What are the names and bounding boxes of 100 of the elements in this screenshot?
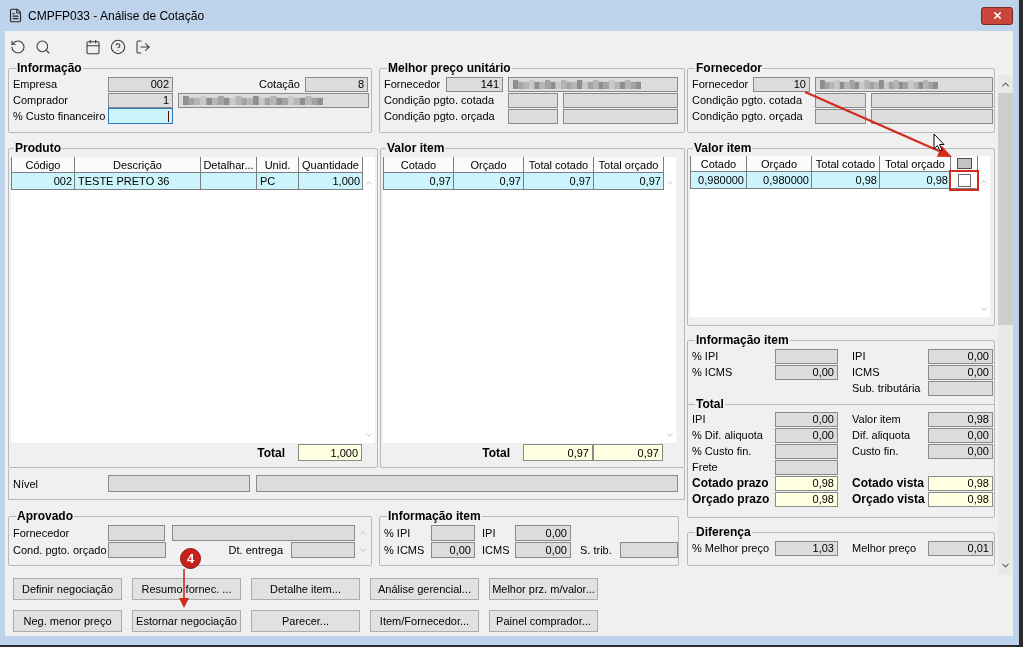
text-field[interactable]: 0,98: [928, 475, 993, 491]
help-icon[interactable]: [110, 39, 126, 55]
field-label: % IPI: [384, 525, 411, 540]
scroll-down-icon[interactable]: [1000, 560, 1011, 571]
text-field[interactable]: [563, 108, 678, 124]
table-cell: TESTE PRETO 36: [75, 173, 201, 189]
text-field[interactable]: 0,00: [775, 364, 838, 380]
table-row[interactable]: 0,980000 0,980000 0,98 0,98: [690, 172, 978, 189]
text-field[interactable]: [178, 92, 369, 108]
text-field[interactable]: 1,000: [298, 444, 362, 461]
text-field[interactable]: [291, 541, 355, 558]
column-header[interactable]: Total cotado: [524, 157, 594, 173]
field-label: ICMS: [482, 542, 510, 557]
action-button[interactable]: Estornar negociação: [132, 610, 241, 632]
exit-icon[interactable]: [135, 39, 151, 55]
close-button[interactable]: [981, 6, 1013, 25]
text-field[interactable]: [108, 524, 165, 541]
text-field[interactable]: 0,00: [431, 541, 475, 558]
input-field[interactable]: [108, 108, 173, 124]
text-field[interactable]: [815, 108, 866, 124]
section-title: Valor item: [386, 141, 446, 155]
table-cell: 002: [12, 173, 75, 189]
text-field[interactable]: 0,97: [523, 444, 593, 461]
action-button[interactable]: Painel comprador...: [489, 610, 598, 632]
search-icon[interactable]: [35, 39, 51, 55]
checkbox[interactable]: [957, 173, 971, 187]
scrollbar-thumb[interactable]: [998, 93, 1013, 325]
column-header[interactable]: Código: [12, 157, 75, 173]
text-field[interactable]: [508, 76, 678, 92]
text-field[interactable]: 141: [446, 76, 503, 92]
action-button[interactable]: Detalhe item...: [251, 578, 360, 600]
text-field[interactable]: 1,03: [775, 540, 838, 556]
field-label: % ICMS: [384, 542, 425, 557]
text-field[interactable]: [871, 108, 993, 124]
text-field[interactable]: [815, 76, 993, 92]
table-row[interactable]: 002 TESTE PRETO 36 PC 1,000: [11, 173, 363, 190]
text-field[interactable]: 1: [108, 92, 173, 108]
text-field[interactable]: 10: [753, 76, 810, 92]
section-title: Produto: [14, 141, 62, 155]
text-field[interactable]: [815, 92, 866, 108]
field-label: % Custo fin.: [692, 444, 752, 458]
text-field[interactable]: 0,00: [928, 364, 993, 380]
text-field[interactable]: 0,00: [775, 411, 838, 427]
action-button[interactable]: Melhor prz. m/valor...: [489, 578, 598, 600]
table-cell: 0,980000: [691, 172, 747, 188]
table-cell: 0,98: [812, 172, 880, 188]
action-button[interactable]: Parecer...: [251, 610, 360, 632]
vertical-scrollbar[interactable]: [998, 75, 1013, 575]
text-field[interactable]: 0,00: [928, 427, 993, 443]
text-field[interactable]: [172, 524, 355, 541]
text-field[interactable]: 002: [108, 76, 173, 92]
calendar-icon[interactable]: [85, 39, 101, 55]
text-field[interactable]: 0,00: [515, 541, 571, 558]
column-header[interactable]: Cotado: [691, 156, 747, 172]
column-header[interactable]: Unid.: [257, 157, 299, 173]
action-button[interactable]: Resumo fornec. ...: [132, 578, 241, 600]
section-title: Fornecedor: [695, 61, 763, 75]
text-field[interactable]: [508, 92, 558, 108]
column-header[interactable]: Cotado: [384, 157, 454, 173]
text-field[interactable]: [775, 348, 838, 364]
text-field[interactable]: [563, 92, 678, 108]
text-field[interactable]: 0,00: [775, 427, 838, 443]
text-field[interactable]: [431, 524, 475, 541]
action-button[interactable]: Neg. menor preço: [13, 610, 122, 632]
column-header[interactable]: Orçado: [454, 157, 524, 173]
text-field[interactable]: 0,01: [928, 540, 993, 556]
redacted-text-icon: [513, 79, 641, 89]
text-field[interactable]: 0,98: [775, 475, 838, 491]
column-header[interactable]: Orçado: [747, 156, 812, 172]
table-cell: 1,000: [299, 173, 363, 189]
text-field[interactable]: [928, 380, 993, 396]
text-field[interactable]: 0,98: [928, 411, 993, 427]
action-button[interactable]: Análise gerencial...: [370, 578, 479, 600]
text-field[interactable]: [508, 108, 558, 124]
column-header[interactable]: Detalhar...: [201, 157, 257, 173]
text-field[interactable]: 0,00: [515, 524, 571, 541]
column-header[interactable]: Descrição: [75, 157, 201, 173]
text-field[interactable]: [108, 541, 166, 558]
text-field[interactable]: 0,00: [928, 443, 993, 459]
action-button[interactable]: Definir negociação: [13, 578, 122, 600]
text-field[interactable]: 0,98: [775, 491, 838, 507]
text-field[interactable]: [775, 459, 838, 475]
table-row[interactable]: 0,97 0,97 0,97 0,97: [383, 173, 664, 190]
text-field[interactable]: 0,97: [593, 444, 663, 461]
column-header[interactable]: Total orçado: [880, 156, 951, 172]
action-button[interactable]: Item/Fornecedor...: [370, 610, 479, 632]
text-field[interactable]: 0,98: [928, 491, 993, 507]
text-field[interactable]: [108, 475, 250, 492]
text-field[interactable]: 0,00: [928, 348, 993, 364]
column-header[interactable]: Total orçado: [594, 157, 664, 173]
text-field[interactable]: [620, 541, 678, 558]
column-header[interactable]: Quantidade: [299, 157, 363, 173]
text-field[interactable]: [256, 475, 678, 492]
text-field[interactable]: [775, 443, 838, 459]
column-header[interactable]: Total cotado: [812, 156, 880, 172]
checkbox-header-icon[interactable]: [956, 158, 972, 169]
rotate-ccw-icon[interactable]: [10, 39, 26, 55]
text-field[interactable]: 8: [305, 76, 368, 92]
field-label: Nível: [13, 476, 39, 491]
text-field[interactable]: [871, 92, 993, 108]
